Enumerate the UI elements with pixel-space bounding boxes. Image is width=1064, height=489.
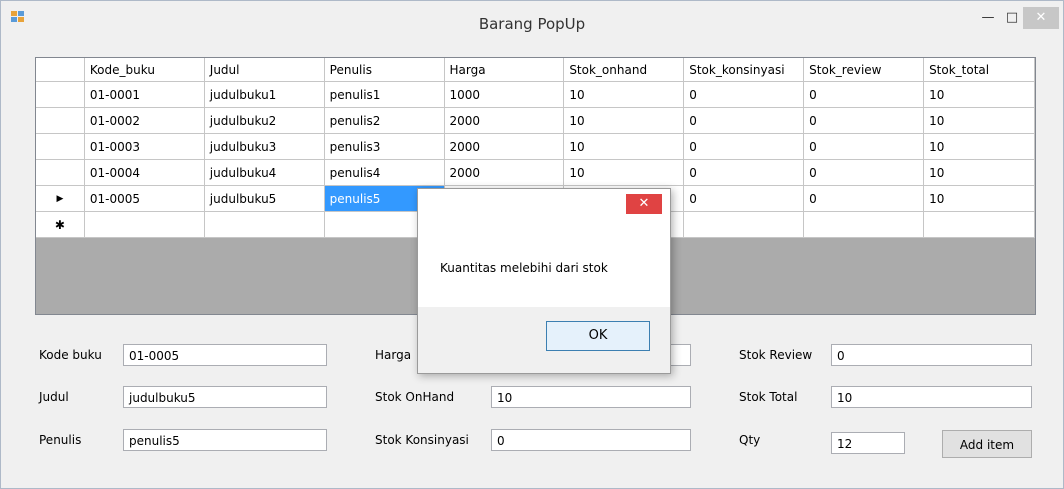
table-cell[interactable] [683, 211, 805, 238]
kode-buku-input[interactable]: 01-0005 [123, 344, 327, 366]
table-cell[interactable]: 0 [683, 81, 805, 108]
row-header[interactable] [36, 133, 85, 160]
table-cell[interactable] [803, 211, 925, 238]
stok-total-input[interactable]: 10 [831, 386, 1032, 408]
table-cell[interactable]: penulis2 [324, 107, 445, 134]
row-header[interactable] [36, 107, 85, 134]
table-row[interactable]: 01-0002 judulbuku2 penulis2 2000 10 0 0 … [36, 107, 1035, 134]
message-box: ✕ Kuantitas melebihi dari stok OK [417, 188, 671, 374]
header-row: Kode_buku Judul Penulis Harga Stok_onhan… [36, 58, 1035, 82]
table-cell[interactable]: 1000 [444, 81, 565, 108]
table-cell[interactable]: 10 [563, 133, 685, 160]
table-cell[interactable]: 01-0003 [84, 133, 205, 160]
column-header[interactable]: Penulis [324, 58, 445, 82]
table-cell[interactable]: 10 [923, 107, 1035, 134]
close-button[interactable]: ✕ [1023, 7, 1059, 29]
maximize-button[interactable]: □ [1000, 7, 1024, 29]
table-cell[interactable]: judulbuku2 [204, 107, 325, 134]
stok-onhand-label: Stok OnHand [375, 390, 455, 404]
table-cell[interactable]: 01-0001 [84, 81, 205, 108]
stok-onhand-input[interactable]: 10 [491, 386, 691, 408]
add-item-button[interactable]: Add item [942, 430, 1032, 458]
title-bar: Barang PopUp — □ ✕ [1, 1, 1063, 43]
table-cell[interactable]: 01-0002 [84, 107, 205, 134]
table-row[interactable]: 01-0004 judulbuku4 penulis4 2000 10 0 0 … [36, 159, 1035, 186]
dialog-message: Kuantitas melebihi dari stok [440, 261, 608, 275]
row-header[interactable] [36, 159, 85, 186]
table-cell[interactable]: 10 [923, 81, 1035, 108]
table-cell[interactable]: judulbuku3 [204, 133, 325, 160]
table-cell[interactable] [84, 211, 205, 238]
table-cell[interactable]: 10 [923, 159, 1035, 186]
table-cell[interactable]: 2000 [444, 107, 565, 134]
qty-input[interactable]: 12 [831, 432, 905, 454]
stok-konsinyasi-input[interactable]: 0 [491, 429, 691, 451]
table-cell[interactable]: 0 [683, 185, 805, 212]
table-cell[interactable]: 0 [803, 133, 925, 160]
table-cell[interactable]: 2000 [444, 159, 565, 186]
column-header[interactable]: Harga [444, 58, 565, 82]
table-row[interactable]: 01-0003 judulbuku3 penulis3 2000 10 0 0 … [36, 133, 1035, 160]
table-cell[interactable]: 0 [803, 185, 925, 212]
new-row-asterisk-icon[interactable]: ✱ [36, 211, 85, 238]
table-row[interactable]: 01-0001 judulbuku1 penulis1 1000 10 0 0 … [36, 81, 1035, 108]
corner-header[interactable] [36, 58, 85, 82]
table-cell[interactable]: 2000 [444, 133, 565, 160]
table-cell[interactable]: 0 [803, 159, 925, 186]
table-cell[interactable]: penulis4 [324, 159, 445, 186]
column-header[interactable]: Judul [204, 58, 325, 82]
table-cell[interactable]: 10 [563, 81, 685, 108]
qty-label: Qty [739, 433, 761, 447]
table-cell[interactable]: 0 [683, 159, 805, 186]
column-header[interactable]: Stok_total [923, 58, 1035, 82]
penulis-input[interactable]: penulis5 [123, 429, 327, 451]
dialog-footer: OK [418, 307, 670, 373]
stok-konsinyasi-label: Stok Konsinyasi [375, 433, 469, 447]
dialog-close-icon[interactable]: ✕ [626, 194, 662, 214]
column-header[interactable]: Stok_onhand [563, 58, 685, 82]
judul-input[interactable]: judulbuku5 [123, 386, 327, 408]
row-header[interactable] [36, 81, 85, 108]
table-cell[interactable] [204, 211, 325, 238]
ok-button[interactable]: OK [546, 321, 650, 351]
table-cell[interactable] [923, 211, 1035, 238]
table-cell[interactable]: judulbuku4 [204, 159, 325, 186]
table-cell[interactable]: 10 [563, 159, 685, 186]
table-cell[interactable]: penulis3 [324, 133, 445, 160]
minimize-button[interactable]: — [976, 7, 1000, 29]
table-cell[interactable]: 0 [683, 133, 805, 160]
table-cell[interactable]: 10 [923, 133, 1035, 160]
penulis-label: Penulis [39, 433, 82, 447]
table-cell[interactable]: 10 [923, 185, 1035, 212]
table-cell[interactable]: 10 [563, 107, 685, 134]
app-window: Barang PopUp — □ ✕ Kode_buku Judul Penul… [0, 0, 1064, 489]
table-cell[interactable]: penulis1 [324, 81, 445, 108]
table-cell[interactable]: 01-0004 [84, 159, 205, 186]
column-header[interactable]: Kode_buku [84, 58, 205, 82]
table-cell[interactable]: judulbuku1 [204, 81, 325, 108]
harga-label: Harga [375, 348, 412, 362]
column-header[interactable]: Stok_konsinyasi [683, 58, 805, 82]
window-title: Barang PopUp [478, 15, 586, 33]
table-cell[interactable]: 0 [803, 81, 925, 108]
column-header[interactable]: Stok_review [803, 58, 925, 82]
current-row-arrow-icon[interactable]: ▶ [36, 185, 85, 212]
stok-review-label: Stok Review [739, 348, 813, 362]
stok-total-label: Stok Total [739, 390, 798, 404]
table-cell[interactable]: judulbuku5 [204, 185, 325, 212]
stok-review-input[interactable]: 0 [831, 344, 1032, 366]
kode-buku-label: Kode buku [39, 348, 102, 362]
table-cell[interactable]: 0 [683, 107, 805, 134]
table-cell[interactable]: 01-0005 [84, 185, 205, 212]
table-cell[interactable]: 0 [803, 107, 925, 134]
judul-label: Judul [39, 390, 69, 404]
